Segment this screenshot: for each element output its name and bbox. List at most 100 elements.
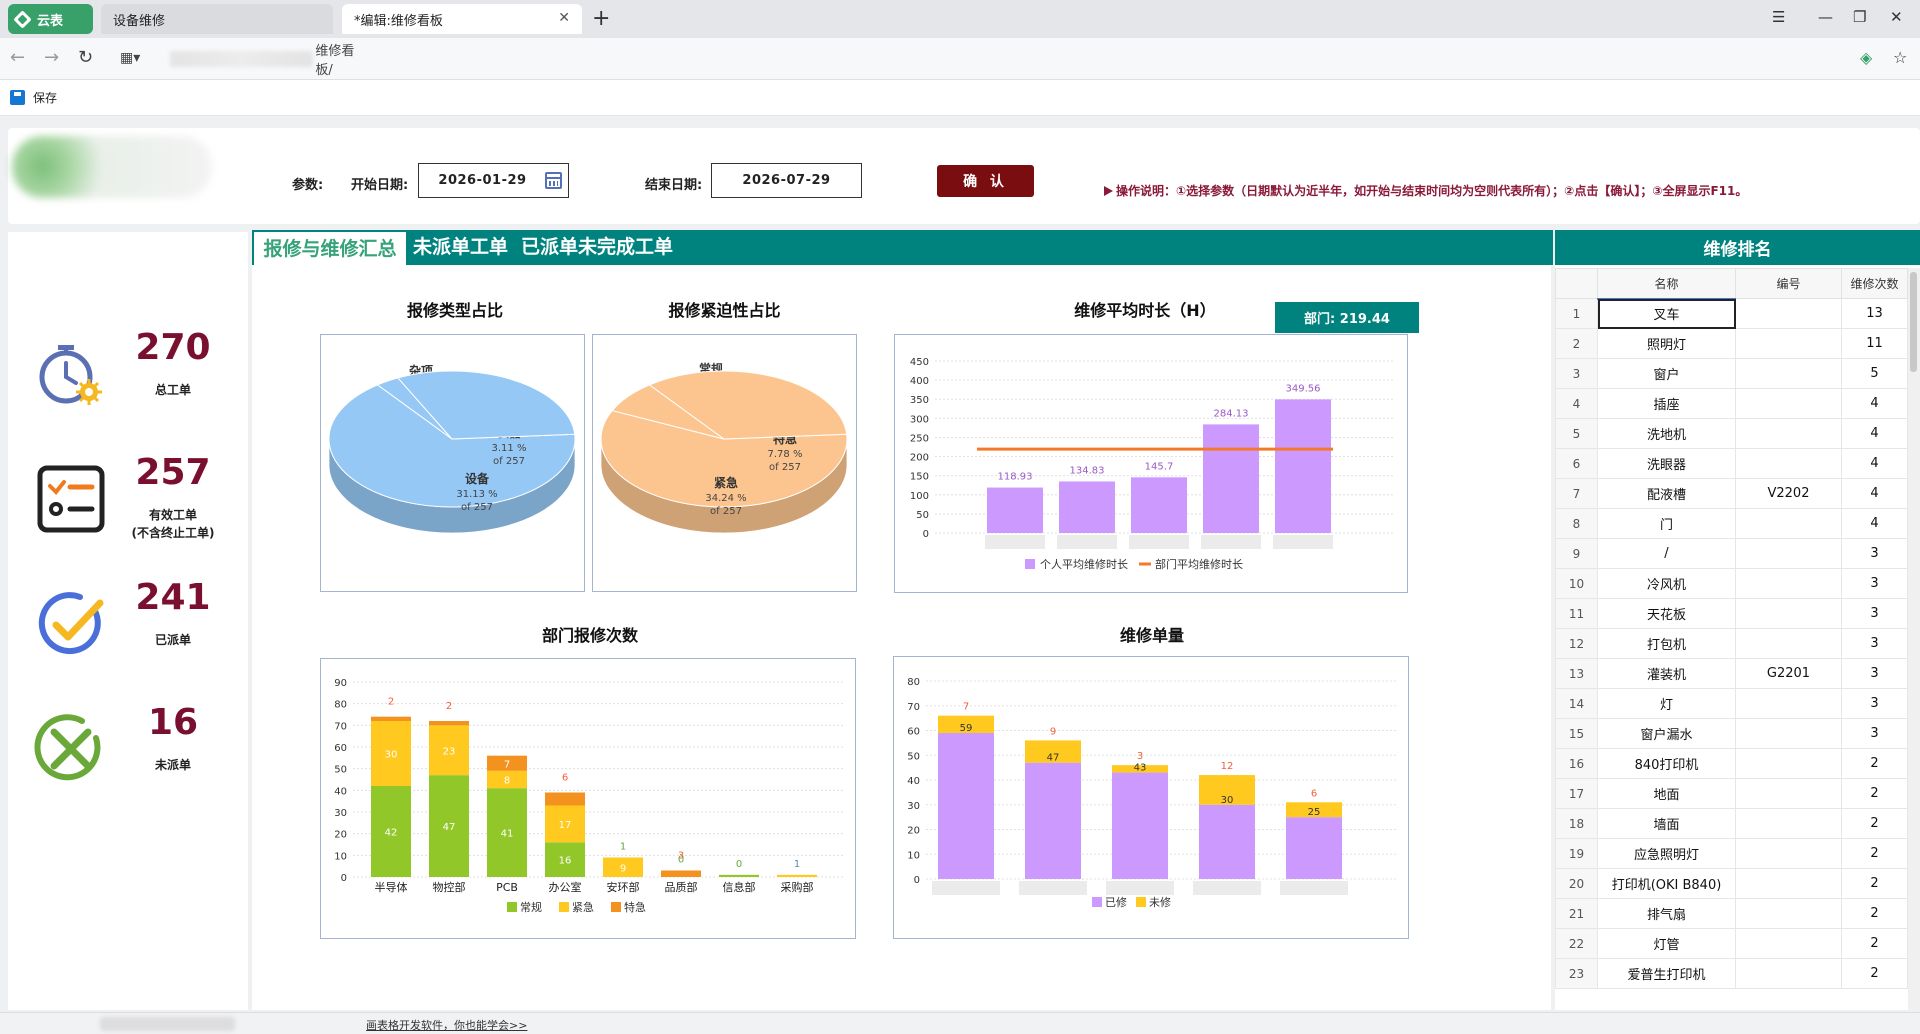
cell-count[interactable]: 3 — [1841, 658, 1908, 689]
app-tab[interactable]: 云表 — [8, 4, 93, 34]
cell-name[interactable]: 天花板 — [1597, 598, 1736, 629]
calendar-icon[interactable] — [545, 172, 562, 189]
table-row[interactable]: 5 洗地机 4 — [1555, 418, 1908, 449]
cell-name[interactable]: 打包机 — [1597, 628, 1736, 659]
cell-code[interactable] — [1735, 928, 1842, 959]
cell-name[interactable]: 门 — [1597, 508, 1736, 539]
table-row[interactable]: 8门 4 — [1555, 508, 1908, 539]
cell-name[interactable]: 配液槽 — [1597, 478, 1736, 509]
cell-count[interactable]: 2 — [1841, 898, 1908, 929]
minimize-icon[interactable]: — — [1818, 8, 1833, 26]
table-row[interactable]: 16 840打印机 2 — [1555, 748, 1908, 779]
table-row[interactable]: 9/ 3 — [1555, 538, 1908, 569]
cell-count[interactable]: 4 — [1841, 448, 1908, 479]
cell-count[interactable]: 2 — [1841, 958, 1908, 989]
cell-code[interactable] — [1735, 748, 1842, 779]
extension-icon[interactable]: ◈ — [1860, 48, 1872, 67]
cell-name[interactable]: 照明灯 — [1597, 328, 1736, 359]
ranking-scrollbar[interactable] — [1908, 268, 1920, 1010]
cell-code[interactable] — [1735, 568, 1842, 599]
cell-name[interactable]: 应急照明灯 — [1597, 838, 1736, 869]
cell-code[interactable] — [1735, 778, 1842, 809]
cell-code[interactable] — [1735, 328, 1842, 359]
back-icon[interactable]: ← — [10, 47, 25, 68]
cell-count[interactable]: 3 — [1841, 688, 1908, 719]
cell-count[interactable]: 4 — [1841, 508, 1908, 539]
table-row[interactable]: 20 打印机(OKI B840) 2 — [1555, 868, 1908, 899]
start-date-input[interactable]: 2026-01-29 — [418, 163, 569, 198]
cell-code[interactable] — [1735, 718, 1842, 749]
close-window-icon[interactable]: ✕ — [1890, 8, 1903, 26]
cell-name[interactable]: 地面 — [1597, 778, 1736, 809]
column-header-name[interactable]: 名称 — [1597, 268, 1736, 300]
cell-count[interactable]: 2 — [1841, 838, 1908, 869]
cell-code[interactable] — [1735, 538, 1842, 569]
save-icon[interactable] — [10, 90, 25, 105]
new-tab-icon[interactable]: + — [592, 6, 610, 31]
cell-count[interactable]: 2 — [1841, 778, 1908, 809]
cell-count[interactable]: 2 — [1841, 928, 1908, 959]
cell-code[interactable] — [1735, 448, 1842, 479]
restore-icon[interactable]: ❐ — [1853, 8, 1866, 26]
scrollbar-thumb[interactable] — [1910, 272, 1917, 372]
table-row[interactable]: 14 灯 3 — [1555, 688, 1908, 719]
cell-name[interactable]: 排气扇 — [1597, 898, 1736, 929]
cell-name[interactable]: 爱普生打印机 — [1597, 958, 1736, 989]
cell-name[interactable]: 冷风机 — [1597, 568, 1736, 599]
cell-name[interactable]: 打印机(OKI B840) — [1597, 868, 1736, 899]
tab-equipment-repair[interactable]: 设备维修 — [101, 4, 333, 34]
cell-name[interactable]: 窗户 — [1597, 358, 1736, 389]
footer-link[interactable]: 画表格开发软件，你也能学会>> — [366, 1017, 527, 1033]
cell-code[interactable] — [1735, 868, 1842, 899]
cell-count[interactable]: 4 — [1841, 388, 1908, 419]
table-row[interactable]: 4 插座 4 — [1555, 388, 1908, 419]
table-row[interactable]: 11 天花板 3 — [1555, 598, 1908, 629]
cell-name[interactable]: 840打印机 — [1597, 748, 1736, 779]
table-row[interactable]: 17 地面 2 — [1555, 778, 1908, 809]
column-header-code[interactable]: 编号 — [1735, 268, 1842, 299]
menu-icon[interactable]: ☰ — [1772, 8, 1785, 26]
cell-count[interactable]: 2 — [1841, 868, 1908, 899]
cell-code[interactable] — [1735, 298, 1842, 329]
cell-count[interactable]: 3 — [1841, 568, 1908, 599]
table-row[interactable]: 19 应急照明灯 2 — [1555, 838, 1908, 869]
cell-count[interactable]: 4 — [1841, 478, 1908, 509]
cell-code[interactable] — [1735, 958, 1842, 989]
cell-name[interactable]: 灌装机 — [1597, 658, 1736, 689]
tab-undispatched[interactable]: 未派单工单 — [413, 230, 508, 265]
table-row[interactable]: 23 爱普生打印机 2 — [1555, 958, 1908, 989]
cell-code[interactable] — [1735, 628, 1842, 659]
cell-code[interactable] — [1735, 598, 1842, 629]
cell-code[interactable] — [1735, 358, 1842, 389]
cell-name[interactable]: 洗眼器 — [1597, 448, 1736, 479]
table-row[interactable]: 7 配液槽 V2202 4 — [1555, 478, 1908, 509]
cell-name[interactable]: 叉车 — [1597, 298, 1736, 329]
cell-count[interactable]: 3 — [1841, 718, 1908, 749]
cell-code[interactable] — [1735, 388, 1842, 419]
table-row[interactable]: 21 排气扇 2 — [1555, 898, 1908, 929]
table-row[interactable]: 15 窗户漏水 3 — [1555, 718, 1908, 749]
column-header-count[interactable]: 维修次数 — [1841, 268, 1908, 299]
cell-count[interactable]: 11 — [1841, 328, 1908, 359]
cell-code[interactable] — [1735, 808, 1842, 839]
cell-name[interactable]: 灯管 — [1597, 928, 1736, 959]
cell-count[interactable]: 5 — [1841, 358, 1908, 389]
bookmark-star-icon[interactable]: ☆ — [1893, 48, 1907, 67]
cell-code[interactable] — [1735, 508, 1842, 539]
cell-code[interactable] — [1735, 898, 1842, 929]
cell-code[interactable] — [1735, 688, 1842, 719]
cell-count[interactable]: 13 — [1841, 298, 1908, 329]
cell-code[interactable]: V2202 — [1735, 478, 1842, 509]
cell-name[interactable]: 插座 — [1597, 388, 1736, 419]
apps-grid-icon[interactable]: ▦▾ — [120, 50, 140, 66]
cell-count[interactable]: 3 — [1841, 628, 1908, 659]
url-field[interactable]: 维修看板/ — [170, 44, 370, 78]
cell-name[interactable]: / — [1597, 538, 1736, 569]
cell-name[interactable]: 洗地机 — [1597, 418, 1736, 449]
table-row[interactable]: 10 冷风机 3 — [1555, 568, 1908, 599]
cell-count[interactable]: 2 — [1841, 748, 1908, 779]
close-tab-icon[interactable]: ✕ — [558, 10, 570, 26]
table-row[interactable]: 22 灯管 2 — [1555, 928, 1908, 959]
reload-icon[interactable]: ↻ — [78, 47, 93, 68]
cell-code[interactable] — [1735, 838, 1842, 869]
